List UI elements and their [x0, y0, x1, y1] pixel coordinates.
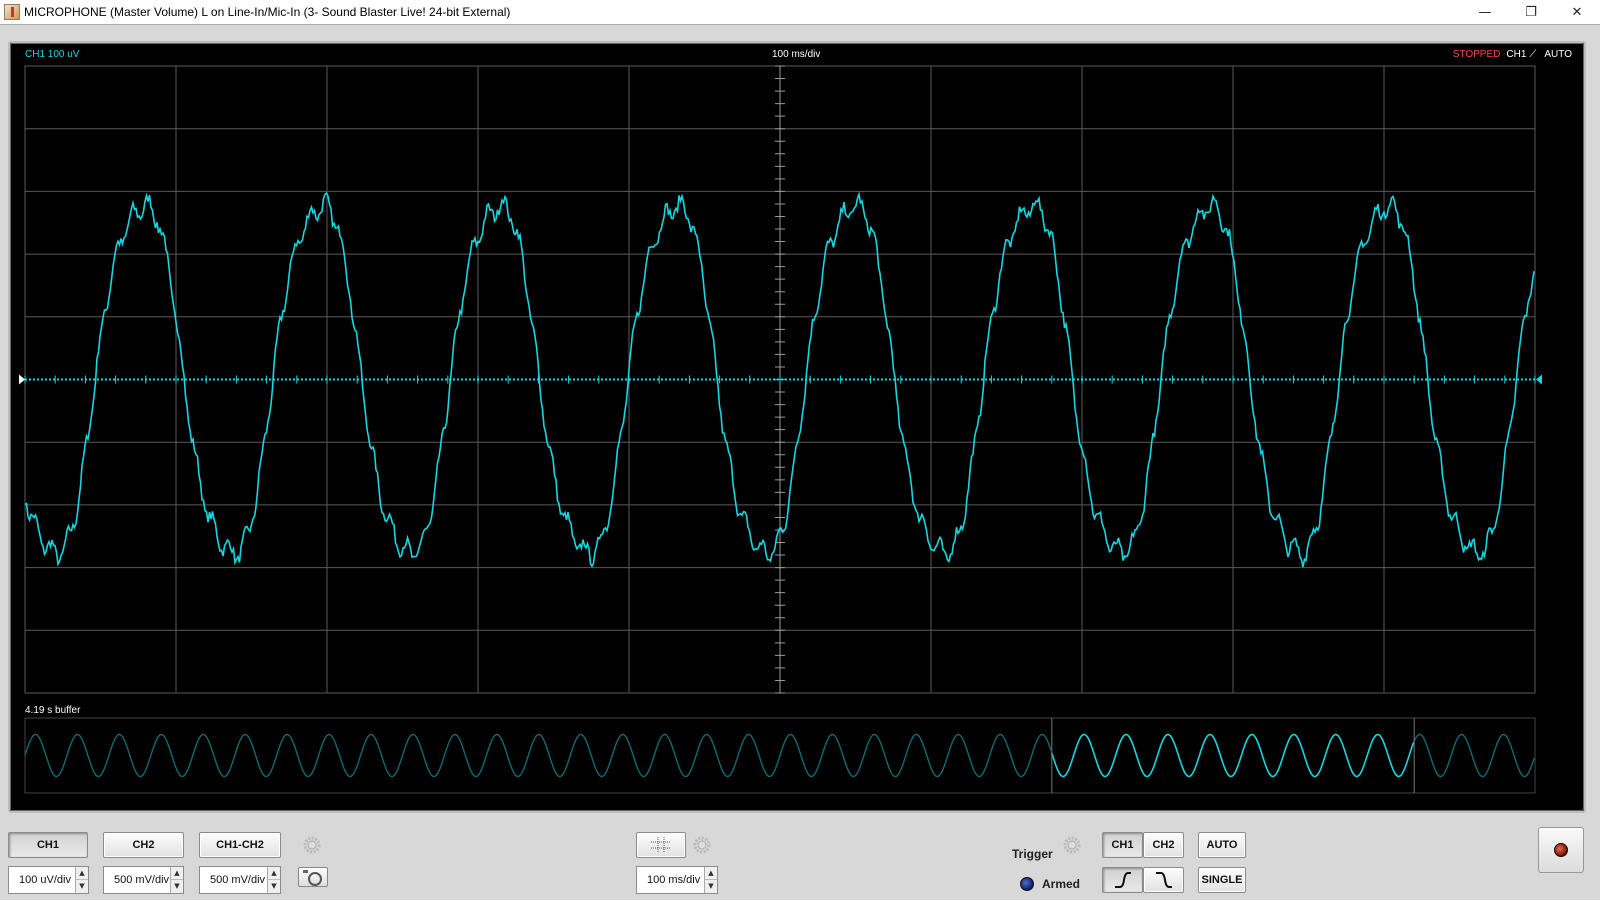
record-icon: [1554, 843, 1568, 857]
trigger-channel-status: CH1: [1506, 49, 1527, 60]
grid-icon: [651, 837, 671, 853]
trigger-settings-gear-icon[interactable]: [1062, 835, 1082, 855]
falling-edge-button[interactable]: [1143, 867, 1184, 893]
ch1-button[interactable]: CH1: [8, 832, 88, 858]
spinner-down-icon[interactable]: ▼: [171, 880, 183, 893]
spinner-up-icon[interactable]: ▲: [705, 867, 717, 880]
record-button[interactable]: [1538, 827, 1584, 873]
armed-indicator-led: [1020, 877, 1034, 891]
spinner-up-icon[interactable]: ▲: [76, 867, 88, 880]
java-app-icon: [4, 4, 20, 20]
restore-button[interactable]: ❐: [1508, 0, 1554, 24]
spinner-down-icon[interactable]: ▼: [76, 880, 88, 893]
ch2-scale-arrows: ▲ ▼: [170, 867, 183, 893]
timebase-settings-gear-icon[interactable]: [692, 835, 712, 855]
trigger-label: Trigger: [1012, 847, 1053, 861]
ch2-button[interactable]: CH2: [103, 832, 184, 858]
ch1-scale-spinner[interactable]: 100 uV/div ▲ ▼: [8, 866, 89, 894]
trigger-ch2-button[interactable]: CH2: [1143, 832, 1184, 858]
channel-scale-label: CH1 100 uV: [25, 49, 80, 60]
ground-marker-left-icon: [19, 374, 25, 385]
control-panel: CH1 CH2 CH1-CH2 100 uV/div ▲ ▼ 500 mV/div…: [0, 813, 1600, 901]
buffer-waveform-dim: [24, 733, 1052, 778]
auto-trigger-button[interactable]: AUTO: [1198, 832, 1246, 858]
single-trigger-button[interactable]: SINGLE: [1198, 867, 1246, 893]
minimize-button[interactable]: —: [1462, 0, 1508, 24]
rising-edge-icon: ⟋: [1529, 49, 1537, 60]
ch2-scale-value: 500 mV/div: [114, 874, 170, 886]
diff-scale-value: 500 mV/div: [210, 874, 266, 886]
status-stopped: STOPPED: [1452, 49, 1501, 60]
diff-scale-spinner[interactable]: 500 mV/div ▲ ▼: [199, 866, 281, 894]
scope-plot: [19, 65, 1542, 794]
diff-scale-arrows: ▲ ▼: [267, 867, 280, 893]
close-button[interactable]: ✕: [1554, 0, 1600, 24]
armed-label: Armed: [1042, 877, 1081, 891]
spinner-up-icon[interactable]: ▲: [171, 867, 183, 880]
falling-edge-icon: [1155, 872, 1172, 888]
timebase-label: 100 ms/div: [772, 49, 821, 60]
buffer-label: 4.19 s buffer: [25, 705, 81, 716]
window-title: MICROPHONE (Master Volume) L on Line-In/…: [24, 5, 511, 19]
trigger-ch1-button[interactable]: CH1: [1102, 832, 1143, 858]
timebase-arrows: ▲ ▼: [704, 867, 717, 893]
spinner-down-icon[interactable]: ▼: [268, 880, 280, 893]
channel-settings-gear-icon[interactable]: [302, 835, 322, 855]
spinner-up-icon[interactable]: ▲: [268, 867, 280, 880]
ch1-scale-arrows: ▲ ▼: [75, 867, 88, 893]
status-area: STOPPED CH1 ⟋ AUTO: [1453, 49, 1572, 60]
timebase-spinner[interactable]: 100 ms/div ▲ ▼: [636, 866, 718, 894]
ch2-scale-spinner[interactable]: 500 mV/div ▲ ▼: [103, 866, 184, 894]
ch1-scale-value: 100 uV/div: [19, 874, 71, 886]
spinner-down-icon[interactable]: ▼: [705, 880, 717, 893]
rising-edge-button[interactable]: [1102, 867, 1143, 893]
screenshot-camera-icon[interactable]: [298, 867, 328, 887]
grid-toggle-button[interactable]: [636, 832, 686, 858]
oscilloscope-app: CH1 100 uV 100 ms/div STOPPED CH1 ⟋ AUTO 4.…: [0, 24, 1600, 900]
buffer-waveform-dim: [1413, 733, 1535, 778]
scope-display: CH1 100 uV 100 ms/div STOPPED CH1 ⟋ AUTO 4.…: [8, 41, 1586, 813]
trigger-mode-status: AUTO: [1544, 49, 1572, 60]
timebase-value: 100 ms/div: [647, 874, 701, 886]
title-bar: MICROPHONE (Master Volume) L on Line-In/…: [0, 0, 1600, 24]
ch1-minus-ch2-button[interactable]: CH1-CH2: [199, 832, 281, 858]
rising-edge-icon: [1114, 872, 1131, 888]
buffer-waveform-visible: [1051, 733, 1415, 778]
trigger-marker-right-icon: [1536, 374, 1542, 385]
trigger-line-ticks: [24, 375, 1536, 384]
